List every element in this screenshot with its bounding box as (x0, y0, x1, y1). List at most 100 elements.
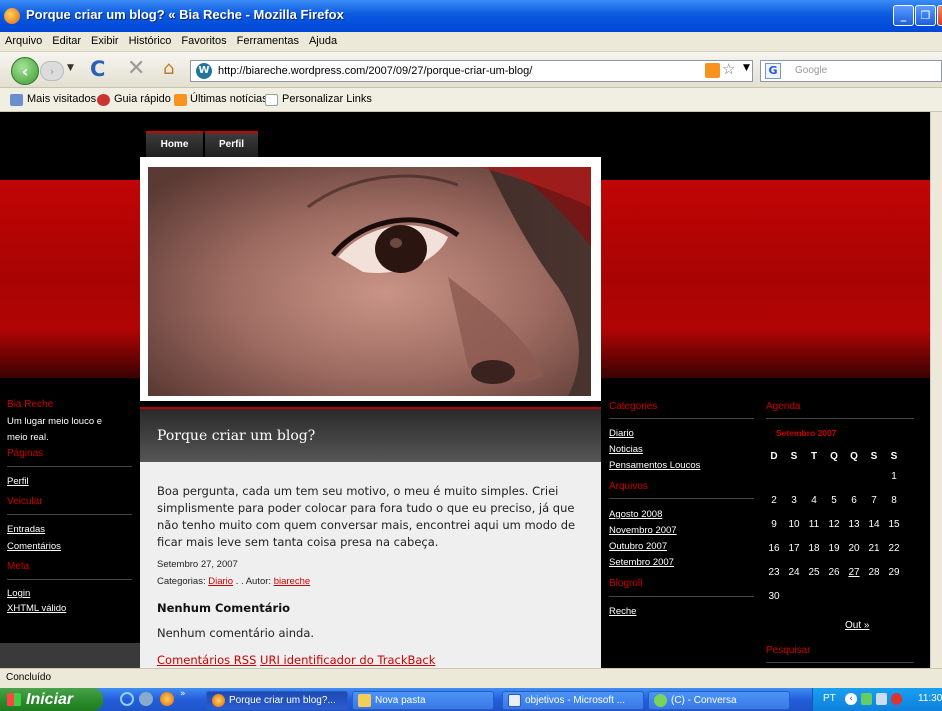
category-link[interactable]: Diario (208, 576, 233, 587)
separator (7, 579, 132, 580)
menu-ferramentas[interactable]: Ferramentas (232, 32, 304, 50)
post-title[interactable]: Porque criar um blog? (157, 428, 315, 444)
calendar-day: 11 (808, 519, 820, 530)
comment-links: Comentários RSS URI identificador do Tra… (157, 653, 435, 667)
menu-arquivo[interactable]: Arquivo (0, 32, 47, 50)
calendar-day: 6 (851, 495, 857, 506)
menu-exibir[interactable]: Exibir (86, 32, 124, 50)
calendar-month: Setembro 2007 (776, 428, 837, 438)
category-noticias[interactable]: Noticias (609, 444, 643, 455)
minimize-button[interactable]: _ (893, 5, 914, 26)
sidebar-link-comentarios[interactable]: Comentários (7, 541, 61, 552)
categories-label: Categorias: (157, 576, 206, 587)
comments-rss-link[interactable]: Comentários RSS (157, 653, 256, 667)
taskbar-item-nova-pasta[interactable]: Nova pasta (352, 691, 494, 710)
clock[interactable]: 11:30 (918, 693, 942, 704)
calendar-day: 28 (868, 567, 880, 578)
trackback-link[interactable]: URI identificador do TrackBack (260, 653, 435, 667)
menu-ajuda[interactable]: Ajuda (304, 32, 342, 50)
bookmark-personalizar-links[interactable]: Personalizar Links (282, 93, 372, 105)
archive-outubro-2007[interactable]: Outubro 2007 (609, 541, 667, 552)
sidebar-footer-block (0, 643, 140, 668)
header-photo (148, 167, 591, 396)
calendar-day: 23 (768, 567, 780, 578)
calendar-day[interactable]: 27 (844, 567, 864, 578)
search-input[interactable] (760, 60, 942, 82)
quicklaunch-icon[interactable] (139, 692, 153, 706)
history-dropdown-icon[interactable]: ▼ (67, 63, 74, 73)
separator (7, 466, 132, 467)
archive-novembro-2007[interactable]: Novembro 2007 (609, 525, 677, 536)
calendar-weekday: S (890, 451, 898, 462)
separator (7, 514, 132, 515)
blogroll-reche[interactable]: Reche (609, 606, 636, 617)
sidebar-link-login[interactable]: Login (7, 588, 30, 599)
bookmark-mais-visitados[interactable]: Mais visitados (27, 93, 96, 105)
bookmark-guia-rapido[interactable]: Guia rápido (114, 93, 171, 105)
window-title-bar[interactable]: Porque criar um blog? « Bia Reche - Mozi… (0, 0, 942, 32)
calendar-day: 24 (788, 567, 800, 578)
calendar-day: 8 (891, 495, 897, 506)
messenger-icon (654, 694, 667, 707)
wordpress-icon: W (196, 63, 212, 79)
tagline-line-2: meio real. (7, 432, 49, 443)
reload-icon[interactable]: C (90, 57, 105, 81)
taskbar-item-firefox[interactable]: Porque criar um blog?... (206, 691, 348, 710)
back-button[interactable]: ‹ (11, 57, 39, 85)
taskbar-item-conversa[interactable]: (C) - Conversa (648, 691, 790, 710)
calendar-day: 18 (808, 543, 820, 554)
archive-setembro-2007[interactable]: Setembro 2007 (609, 557, 674, 568)
stop-icon[interactable]: ✕ (127, 56, 145, 81)
calendar-next-link[interactable]: Out » (845, 620, 869, 631)
menu-historico[interactable]: Histórico (124, 32, 177, 50)
maximize-button[interactable]: ❐ (915, 5, 936, 26)
tab-home[interactable]: Home (146, 131, 203, 157)
tray-network-icon[interactable] (861, 693, 872, 705)
calendar-day: 21 (868, 543, 880, 554)
tray-arrow-icon[interactable]: ‹ (845, 693, 857, 705)
separator (609, 418, 754, 419)
calendar-day: 25 (808, 567, 820, 578)
calendar-day: 20 (848, 543, 860, 554)
rss-feed-icon[interactable] (705, 63, 720, 78)
calendar-day: 13 (848, 519, 860, 530)
tab-perfil[interactable]: Perfil (205, 131, 258, 157)
close-button[interactable]: × (937, 5, 942, 26)
bookmark-star-icon[interactable]: ☆ (722, 60, 735, 78)
calendar-day: 9 (771, 519, 777, 530)
menu-editar[interactable]: Editar (47, 32, 86, 50)
home-icon[interactable]: ⌂ (163, 58, 174, 79)
forward-button[interactable]: › (40, 61, 64, 81)
archive-agosto-2008[interactable]: Agosto 2008 (609, 509, 662, 520)
url-dropdown-icon[interactable]: ▼ (743, 63, 750, 73)
calendar-day: 12 (828, 519, 840, 530)
category-diario[interactable]: Diario (609, 428, 634, 439)
calendar-heading: Agenda (766, 401, 801, 412)
tray-security-icon[interactable] (891, 693, 902, 705)
status-bar (0, 668, 942, 688)
firefox-icon (4, 8, 20, 24)
firefox-quicklaunch-icon[interactable] (160, 692, 174, 706)
status-text: Concluído (6, 672, 52, 683)
menu-favoritos[interactable]: Favoritos (176, 32, 231, 50)
archives-heading: Arquivos (609, 481, 648, 492)
scrollbar[interactable] (930, 112, 942, 668)
google-search-engine-icon[interactable]: G (765, 63, 781, 79)
language-indicator[interactable]: PT (823, 693, 836, 704)
category-pensamentos-loucos[interactable]: Pensamentos Loucos (609, 460, 700, 471)
bookmark-ultimas-noticias[interactable]: Últimas notícias (190, 93, 268, 105)
quicklaunch-expand-icon[interactable]: » (180, 689, 186, 699)
ie-quicklaunch-icon[interactable] (120, 692, 134, 706)
calendar-day: 4 (811, 495, 817, 506)
separator (609, 596, 754, 597)
windows-logo-icon (7, 693, 21, 706)
sidebar-link-perfil[interactable]: Perfil (7, 476, 29, 487)
author-link[interactable]: biareche (274, 576, 310, 587)
sidebar-link-xhtml[interactable]: XHTML válido (7, 603, 66, 614)
taskbar-item-word[interactable]: objetivos - Microsoft ... (502, 691, 644, 710)
blog-name[interactable]: Bia Reche (7, 399, 53, 410)
url-text[interactable]: http://biareche.wordpress.com/2007/09/27… (218, 65, 532, 77)
guide-icon (97, 94, 110, 106)
sidebar-link-entradas[interactable]: Entradas (7, 524, 45, 535)
tray-volume-icon[interactable] (876, 693, 887, 705)
